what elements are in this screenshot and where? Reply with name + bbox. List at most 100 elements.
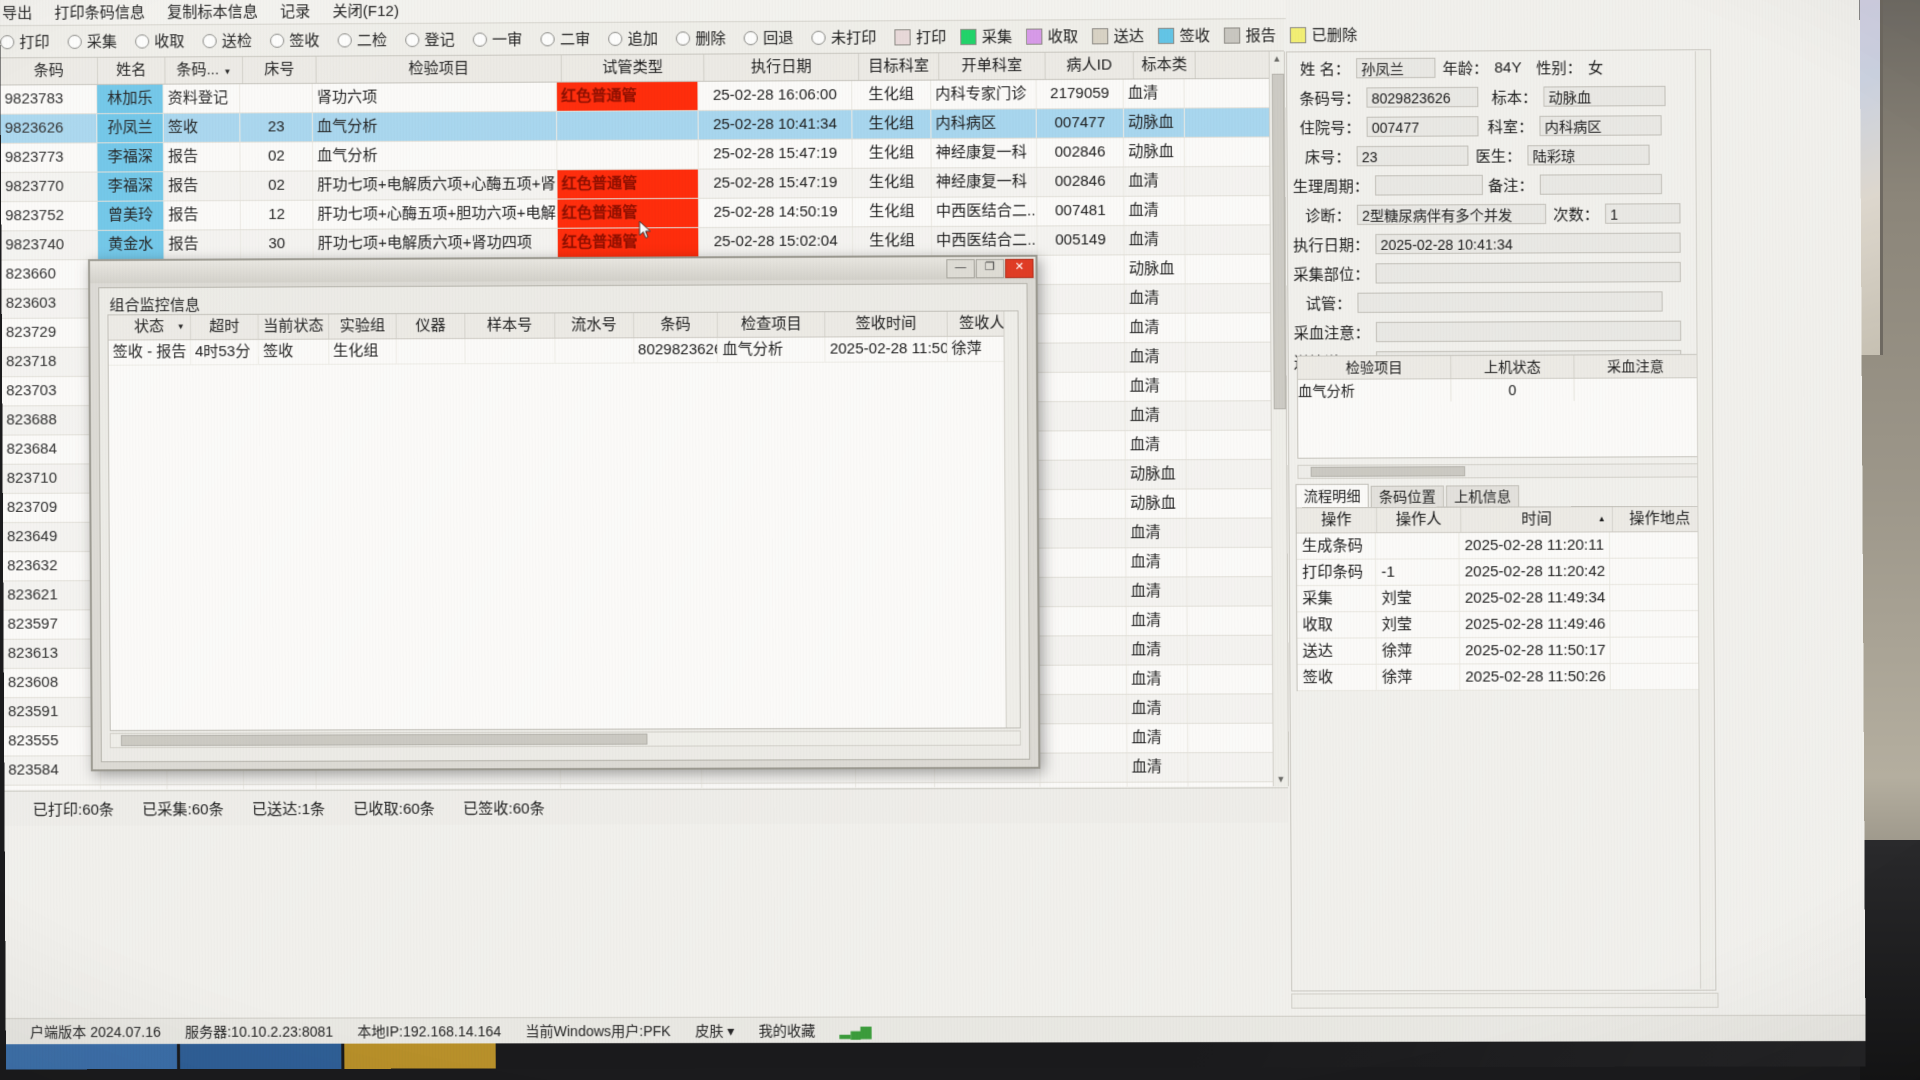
grid-col-3[interactable]: 床号 — [242, 56, 317, 84]
grid-col-5[interactable]: 试管类型 — [561, 54, 705, 82]
cell-条码[interactable]: 823703 — [2, 376, 99, 406]
cell-标本类[interactable]: 血清 — [1124, 284, 1186, 313]
cell-条码[interactable]: 9823740 — [1, 230, 99, 260]
cell-姓名[interactable]: 李福深 — [97, 172, 165, 201]
detail-item-table[interactable]: 检验项目 上机状态 采血注意 血气分析 0 — [1296, 353, 1705, 459]
grid-vertical-scrollbar[interactable]: ▲ ▼ — [1268, 51, 1289, 787]
cell-病人ID[interactable] — [1038, 401, 1126, 431]
log-cell-3[interactable] — [1610, 584, 1705, 611]
cell-试管类型[interactable] — [557, 140, 699, 170]
cell-条码[interactable]: 9823773 — [0, 143, 98, 173]
skin-menu[interactable]: 皮肤 ▾ — [695, 1021, 734, 1041]
cell-病人ID[interactable]: 002846 — [1036, 138, 1125, 167]
radio-签收[interactable]: 签收 — [270, 29, 320, 50]
cell-病人ID[interactable]: 007481 — [1037, 196, 1125, 226]
detail-panel-vscroll[interactable] — [1694, 51, 1715, 989]
cell-病人ID[interactable] — [1037, 343, 1126, 372]
cell-试管类型[interactable]: 红色普通管 — [557, 228, 700, 257]
log-cell-3[interactable] — [1610, 637, 1705, 663]
dialog-cell-样本号[interactable] — [465, 338, 556, 364]
log-cell-1[interactable]: 刘莹 — [1376, 585, 1460, 612]
dialog-col-6[interactable]: 流水号 — [554, 313, 634, 338]
cell-试管类型[interactable] — [557, 111, 699, 141]
taskbar-item-1[interactable] — [5, 1043, 178, 1070]
cell-试管类型[interactable]: 红色普通管 — [557, 198, 700, 228]
cell-床号[interactable]: 23 — [240, 113, 313, 142]
cell-标本类[interactable]: 血清 — [1126, 518, 1188, 548]
cell-标本类[interactable]: 血清 — [1127, 753, 1189, 782]
grid-col-1[interactable]: 姓名 — [97, 57, 166, 84]
radio-二审[interactable]: 二审 — [540, 28, 591, 49]
log-cell-0[interactable]: 签收 — [1297, 664, 1377, 691]
cell-条码[interactable]: 9823626 — [0, 114, 98, 143]
cell-条码[interactable]: 823584 — [4, 756, 101, 785]
radio-收取[interactable]: 收取 — [135, 30, 185, 51]
dialog-cell-检查项目[interactable]: 血气分析 — [718, 337, 826, 363]
dialog-row[interactable]: 签收 - 报告 4时53分 签收 生化组 8029823626 血气分析 2025-02-2… — [108, 336, 1018, 366]
cell-条码...[interactable]: 报告 — [164, 171, 241, 201]
grid-col-10[interactable]: 标本类 — [1133, 51, 1196, 79]
log-col-2[interactable]: 时间 ▲ — [1461, 507, 1613, 532]
dialog-col-1[interactable]: 超时 — [190, 314, 259, 340]
dialog-grid-hscroll[interactable] — [109, 730, 1021, 749]
dialog-col-3[interactable]: 实验组 — [328, 314, 398, 339]
log-cell-1[interactable] — [1376, 532, 1460, 559]
cell-病人ID[interactable] — [1038, 489, 1127, 519]
cell-试管类型[interactable]: 红色普通管 — [557, 169, 700, 199]
scroll-up-arrow[interactable]: ▲ — [1272, 52, 1282, 64]
dialog-cell-当前状态[interactable]: 签收 — [258, 339, 330, 365]
cell-条码...[interactable]: 报告 — [163, 142, 241, 172]
log-cell-3[interactable] — [1609, 532, 1704, 558]
cell-条码[interactable]: 9823783 — [0, 84, 98, 114]
grid-col-8[interactable]: 开单科室 — [939, 52, 1046, 80]
cell-条码[interactable]: 823632 — [3, 551, 100, 581]
cell-姓名[interactable] — [100, 785, 168, 790]
dialog-close-button[interactable]: ✕ — [1005, 258, 1034, 279]
detail-value-16[interactable] — [1375, 320, 1682, 343]
cell-执行日期[interactable]: 25-02-28 16:06:00 — [698, 81, 853, 111]
log-row[interactable]: 签收 徐萍 2025-02-28 11:50:26 — [1297, 663, 1709, 692]
detail-value-5[interactable]: 007477 — [1366, 116, 1479, 137]
log-cell-1[interactable]: -1 — [1376, 559, 1460, 585]
dialog-grid-header[interactable]: 状态 ▼ 超时 当前状态 实验组 仪器 样本号 流水号 条码 检查项目 签收时间 签收人 — [108, 311, 1018, 341]
grid-col-7[interactable]: 目标科室 — [859, 53, 940, 80]
log-cell-2[interactable]: 2025-02-28 11:49:46 — [1459, 611, 1611, 638]
tab-条码位置[interactable]: 条码位置 — [1370, 485, 1444, 507]
scroll-down-arrow[interactable]: ▼ — [1276, 773, 1286, 785]
cell-条码[interactable]: 823684 — [2, 435, 100, 464]
dialog-cell-超时[interactable]: 4时53分 — [190, 339, 260, 365]
cell-病人ID[interactable] — [1039, 577, 1127, 607]
dialog-cell-实验组[interactable]: 生化组 — [328, 339, 398, 364]
cell-条码[interactable]: 823710 — [2, 464, 100, 493]
detail-value-11[interactable]: 2型糖尿病伴有多个并发 — [1356, 203, 1547, 225]
cell-条码[interactable]: 823660 — [1, 260, 99, 289]
cell-条码...[interactable] — [167, 785, 245, 790]
cell-开单科室[interactable]: 中西医结合二... — [931, 197, 1038, 226]
grid-col-2[interactable]: 条码... ▼ — [165, 57, 244, 84]
cell-姓名[interactable]: 黄金水 — [97, 230, 165, 260]
cell-床号[interactable]: 30 — [240, 229, 314, 259]
menu-item-4[interactable]: 关闭(F12) — [332, 0, 399, 21]
radio-登记[interactable]: 登记 — [405, 29, 455, 50]
cell-病人ID[interactable] — [1039, 606, 1127, 636]
cell-条码[interactable]: 9823770 — [0, 172, 98, 202]
dialog-grid-body[interactable]: 签收 - 报告 4时53分 签收 生化组 8029823626 血气分析 2025-02-2… — [108, 336, 1018, 366]
cell-执行日期[interactable]: 25-02-28 15:47:19 — [698, 168, 853, 198]
cell-姓名[interactable]: 曾美玲 — [97, 201, 165, 230]
cell-目标科室[interactable]: 生化组 — [852, 80, 932, 110]
log-cell-0[interactable]: 收取 — [1297, 612, 1377, 638]
process-log-header[interactable]: 操作 操作人 时间 ▲ 操作地点 — [1296, 506, 1708, 534]
dialog-cell-仪器[interactable] — [397, 339, 466, 364]
log-row[interactable]: 收取 刘莹 2025-02-28 11:49:46 — [1297, 611, 1709, 639]
cell-标本类[interactable]: 血清 — [1124, 196, 1186, 226]
cell-病人ID[interactable] — [1038, 460, 1127, 490]
radio-追加[interactable]: 追加 — [608, 28, 658, 49]
cell-标本类[interactable]: 血清 — [1126, 606, 1188, 636]
detail-value-14[interactable] — [1375, 261, 1681, 284]
dialog-cell-签收时间[interactable]: 2025-02-28 11:50:26 — [825, 336, 948, 362]
cell-开单科室[interactable]: 内科专家门诊 — [931, 80, 1037, 109]
detail-value-10[interactable] — [1539, 173, 1663, 195]
cell-标本类[interactable]: 血清 — [1127, 694, 1189, 724]
cell-标本类[interactable]: 血清 — [1124, 225, 1186, 255]
cell-病人ID[interactable] — [1037, 284, 1126, 314]
